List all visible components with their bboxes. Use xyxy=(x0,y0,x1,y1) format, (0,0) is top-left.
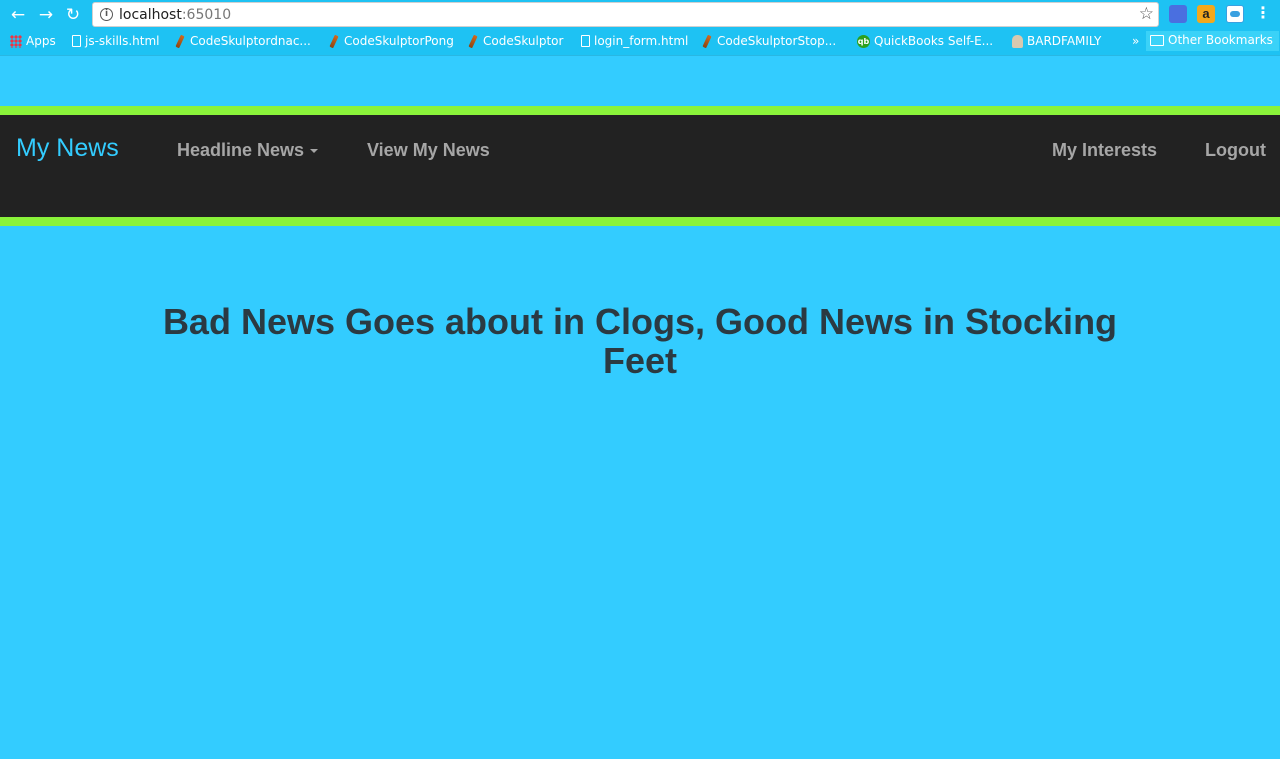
headline-news-dropdown[interactable]: Headline News xyxy=(177,140,319,161)
back-arrow-icon[interactable]: ← xyxy=(8,5,28,25)
site-info-icon[interactable]: i xyxy=(100,8,113,21)
bookmark-star-icon[interactable]: ☆ xyxy=(1139,4,1154,24)
reload-icon[interactable]: ↻ xyxy=(63,5,83,25)
bookmark-login-form[interactable]: login_form.html xyxy=(581,34,688,48)
brand-link[interactable]: My News xyxy=(16,134,119,163)
calendar-extension-icon[interactable] xyxy=(1169,5,1187,23)
address-bar[interactable]: i localhost:65010 ☆ xyxy=(92,2,1159,27)
bookmark-label: CodeSkulptorPong xyxy=(344,34,454,48)
bookmark-apps[interactable]: Apps xyxy=(10,34,56,48)
bookmark-codeskulptor[interactable]: CodeSkulptor xyxy=(467,34,563,48)
bookmark-label: CodeSkulptor xyxy=(483,34,564,48)
bookmark-label: QuickBooks Self-E... xyxy=(874,34,994,48)
bookmark-label: BARDFAMILY xyxy=(1027,34,1102,48)
other-bookmarks-folder[interactable]: Other Bookmarks xyxy=(1146,31,1279,51)
browser-toolbar: ← → ↻ i localhost:65010 ☆ a ⋮ xyxy=(0,0,1280,30)
bookmark-label: Apps xyxy=(26,34,56,48)
amazon-extension-icon[interactable]: a xyxy=(1197,5,1215,23)
bookmark-bardfamily[interactable]: BARDFAMILY xyxy=(1012,34,1101,48)
cloud-extension-icon[interactable] xyxy=(1226,5,1244,23)
bookmarks-bar: Apps js-skills.html CodeSkulptordnac... … xyxy=(0,30,1280,54)
forward-arrow-icon[interactable]: → xyxy=(36,5,56,25)
bookmark-label: CodeSkulptorStop... xyxy=(717,34,837,48)
top-navbar: My News Headline News View My News My In… xyxy=(0,106,1280,226)
page-icon xyxy=(581,35,590,47)
bookmark-codeskulptorpong[interactable]: CodeSkulptorPong xyxy=(328,34,454,48)
logout-link[interactable]: Logout xyxy=(1205,140,1266,161)
bookmark-quickbooks[interactable]: qb QuickBooks Self-E... xyxy=(857,34,993,48)
page-viewport: My News Headline News View My News My In… xyxy=(0,57,1280,759)
page-icon xyxy=(72,35,81,47)
browser-chrome: ← → ↻ i localhost:65010 ☆ a ⋮ Apps js-sk… xyxy=(0,0,1280,56)
headline-news-label: Headline News xyxy=(177,140,305,160)
bookmark-codeskulptordnac[interactable]: CodeSkulptordnac... xyxy=(174,34,311,48)
view-my-news-link[interactable]: View My News xyxy=(367,140,490,161)
wand-icon xyxy=(702,34,712,48)
family-icon xyxy=(1012,34,1023,48)
bookmark-label: js-skills.html xyxy=(85,34,160,48)
folder-icon xyxy=(1150,35,1164,46)
caret-down-icon xyxy=(310,149,319,154)
wand-icon xyxy=(329,34,339,48)
bookmark-label: login_form.html xyxy=(594,34,689,48)
my-interests-link[interactable]: My Interests xyxy=(1052,140,1157,161)
bookmark-label: CodeSkulptordnac... xyxy=(190,34,311,48)
bookmark-codeskulptorstop[interactable]: CodeSkulptorStop... xyxy=(701,34,836,48)
apps-grid-icon xyxy=(10,34,22,48)
browser-menu-icon[interactable]: ⋮ xyxy=(1255,3,1271,22)
address-url[interactable]: localhost:65010 xyxy=(119,7,231,23)
wand-icon xyxy=(468,34,478,48)
page-headline: Bad News Goes about in Clogs, Good News … xyxy=(162,301,1118,381)
wand-icon xyxy=(175,34,185,48)
quickbooks-icon: qb xyxy=(857,34,870,48)
more-bookmarks-chevron-icon[interactable]: » xyxy=(1132,34,1139,48)
bookmark-js-skills[interactable]: js-skills.html xyxy=(72,34,160,48)
other-bookmarks-label: Other Bookmarks xyxy=(1168,33,1273,47)
